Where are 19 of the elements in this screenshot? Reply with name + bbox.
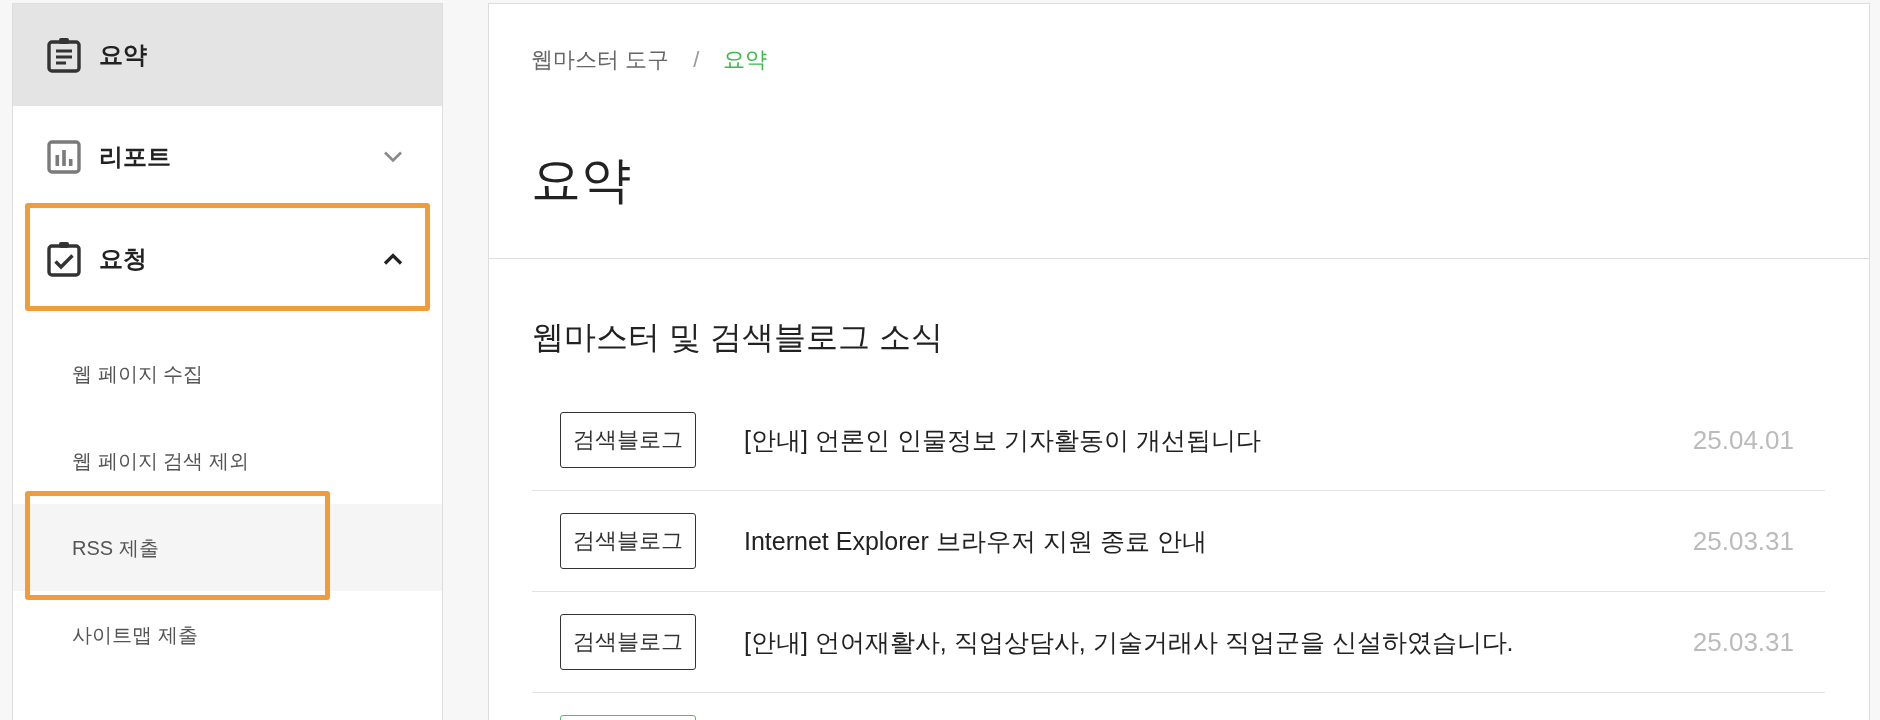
category-tag: 검색블로그 — [560, 513, 696, 569]
breadcrumb-current: 요약 — [723, 46, 768, 74]
news-link[interactable]: [안내] 언어재활사, 직업상담사, 기술거래사 직업군을 신설하였습니다. — [744, 626, 1514, 658]
news-date: 25.03.31 — [1692, 626, 1794, 658]
breadcrumb-link[interactable]: 웹마스터 도구 — [531, 46, 670, 74]
news-link[interactable]: [안내] 언론인 인물정보 기자활동이 개선됩니다 — [744, 424, 1261, 456]
category-tag: 검색블로그 — [560, 412, 696, 468]
nav-item[interactable]: 요약 — [13, 4, 442, 106]
nav-subitem[interactable]: RSS 제출 — [13, 504, 442, 591]
clipboard-check-icon — [47, 241, 81, 277]
page-title: 요약 — [531, 152, 631, 208]
news-date: 25.03.31 — [1692, 525, 1794, 557]
news-date: 25.04.01 — [1692, 424, 1794, 456]
news-link[interactable]: Internet Explorer 브라우저 지원 종료 안내 — [744, 525, 1207, 557]
category-tag: 검색블로그 — [560, 614, 696, 670]
bar-chart-icon — [47, 140, 81, 174]
clipboard-list-icon — [47, 37, 81, 73]
breadcrumb-separator: / — [693, 46, 700, 74]
section-heading: 웹마스터 및 검색블로그 소식 — [532, 318, 943, 357]
